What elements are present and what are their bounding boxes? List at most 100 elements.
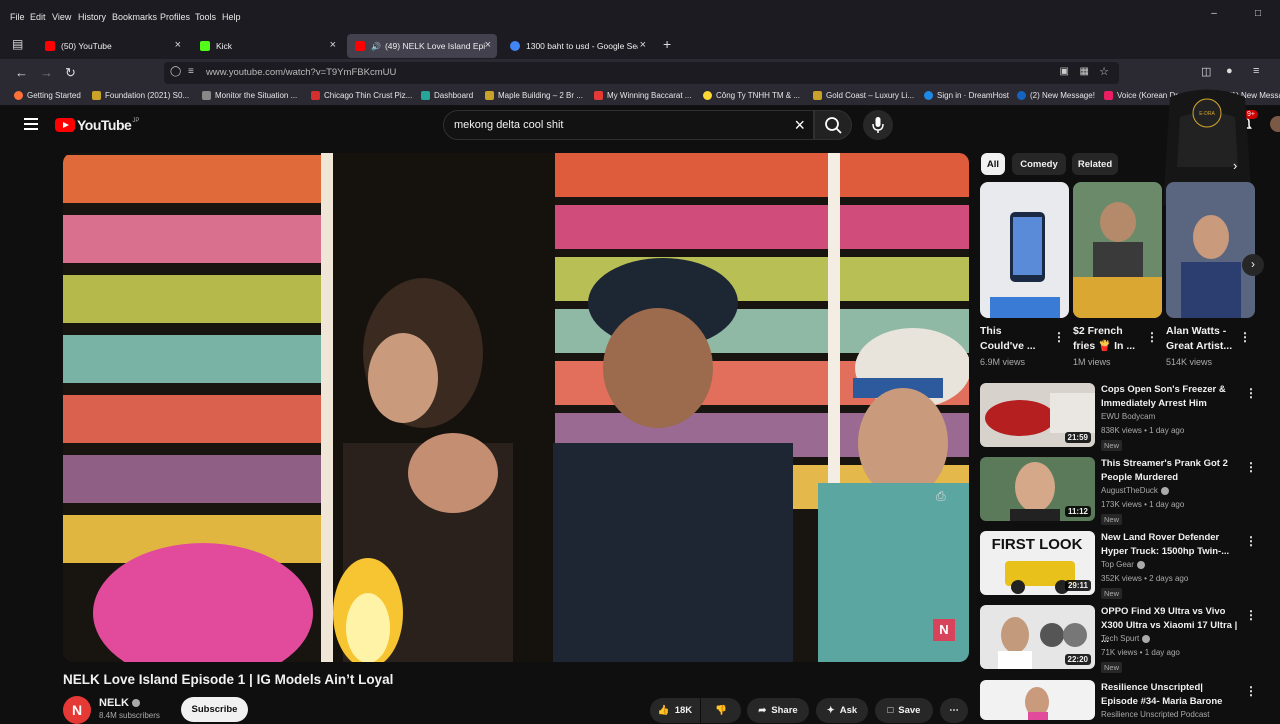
close-icon[interactable]: ×: [330, 39, 336, 51]
short-title[interactable]: $2 French fries 🍟 In ...: [1073, 324, 1137, 354]
bookmark-favicon-icon: [92, 91, 101, 100]
rec-meta: 352K views • 2 days ago: [1101, 574, 1189, 583]
more-vertical-icon[interactable]: ⋮: [1245, 460, 1257, 474]
account-icon[interactable]: ●: [1226, 65, 1233, 77]
share-button[interactable]: ➦ Share: [747, 698, 809, 723]
tab-nelk-video[interactable]: 🔊 (49) NELK Love Island Episo ×: [347, 34, 497, 58]
new-tab-icon[interactable]: +: [663, 36, 671, 52]
back-icon[interactable]: ←: [15, 65, 28, 80]
save-button[interactable]: □ Save: [875, 698, 933, 723]
sidebar-icon[interactable]: ◫: [1201, 65, 1211, 78]
short-thumbnail[interactable]: [1166, 182, 1255, 318]
hamburger-menu-icon[interactable]: [24, 118, 38, 133]
short-title[interactable]: This Could've ...: [980, 324, 1044, 354]
video-thumbnail[interactable]: [980, 680, 1095, 720]
short-views: 1M views: [1073, 357, 1111, 367]
search-input[interactable]: mekong delta cool shit: [454, 119, 563, 131]
video-thumbnail[interactable]: 21:59: [980, 383, 1095, 447]
chip-related[interactable]: Related: [1072, 153, 1118, 175]
more-vertical-icon[interactable]: ⋮: [1053, 330, 1065, 344]
shield-icon[interactable]: ◯: [170, 66, 181, 77]
bookmark-item[interactable]: Công Ty TNHH TM & ...: [703, 91, 800, 100]
maximize-icon[interactable]: □: [1236, 8, 1280, 19]
close-icon[interactable]: ×: [485, 39, 491, 51]
pip-icon[interactable]: ▣: [1060, 66, 1069, 77]
menu-profiles[interactable]: Profiles: [160, 12, 190, 22]
bookmark-item[interactable]: Maple Building – 2 Br ...: [485, 91, 583, 100]
bookmark-item[interactable]: My Winning Baccarat ...: [594, 91, 691, 100]
more-vertical-icon[interactable]: ⋮: [1245, 608, 1257, 622]
rec-channel[interactable]: EWU Bodycam: [1101, 412, 1155, 421]
more-vertical-icon[interactable]: ⋮: [1146, 330, 1158, 344]
menu-tools[interactable]: Tools: [195, 12, 216, 22]
more-vertical-icon[interactable]: ⋮: [1245, 386, 1257, 400]
close-icon[interactable]: ×: [175, 39, 181, 51]
menu-bookmarks[interactable]: Bookmarks: [112, 12, 157, 22]
url-text[interactable]: www.youtube.com/watch?v=T9YmFBKcmUU: [206, 67, 396, 78]
clear-search-icon[interactable]: ×: [794, 115, 805, 136]
voice-search-button[interactable]: [863, 110, 893, 140]
tab-kick[interactable]: Kick ×: [192, 34, 342, 58]
short-thumbnail[interactable]: [1073, 182, 1162, 318]
shorts-next-icon[interactable]: ›: [1242, 254, 1264, 276]
video-player[interactable]: ⎙ N: [63, 153, 969, 662]
tab-youtube[interactable]: (50) YouTube ×: [37, 34, 187, 58]
rec-title[interactable]: Cops Open Son's Freezer & Immediately Ar…: [1101, 383, 1241, 411]
minimize-icon[interactable]: –: [1192, 8, 1236, 19]
short-thumbnail[interactable]: [980, 182, 1069, 318]
bookmark-item[interactable]: (2) New Message!: [1017, 91, 1095, 100]
rec-title[interactable]: Resilience Unscripted| Episode #34- Mari…: [1101, 681, 1241, 709]
rec-channel[interactable]: Resilience Unscripted Podcast: [1101, 710, 1210, 719]
search-button[interactable]: [814, 110, 852, 140]
ask-button[interactable]: ✦ Ask: [816, 698, 868, 723]
pip-overlay-icon[interactable]: ⎙: [936, 489, 946, 504]
reader-icon[interactable]: ▦: [1080, 66, 1089, 77]
site-info-icon[interactable]: ≡: [188, 66, 194, 77]
rec-title[interactable]: This Streamer's Prank Got 2 People Murde…: [1101, 457, 1241, 485]
video-thumbnail[interactable]: 22:20: [980, 605, 1095, 669]
more-vertical-icon[interactable]: ⋮: [1245, 534, 1257, 548]
channel-watermark[interactable]: N: [933, 619, 955, 641]
forward-icon[interactable]: →: [40, 65, 53, 80]
search-box[interactable]: mekong delta cool shit ×: [443, 110, 814, 140]
rec-channel[interactable]: AugustTheDuck: [1101, 486, 1169, 495]
youtube-logo[interactable]: YouTube JP: [55, 117, 139, 133]
bookmark-item[interactable]: Gold Coast – Luxury Li...: [813, 91, 914, 100]
like-button[interactable]: 👍 18K: [650, 698, 700, 723]
tab-label: 1300 baht to usd - Google Sear: [526, 41, 638, 51]
menu-history[interactable]: History: [78, 12, 106, 22]
menu-file[interactable]: File: [10, 12, 25, 22]
rec-channel[interactable]: Top Gear: [1101, 560, 1145, 569]
menu-help[interactable]: Help: [222, 12, 241, 22]
menu-view[interactable]: View: [52, 12, 71, 22]
bookmark-item[interactable]: Monitor the Situation ...: [202, 91, 297, 100]
chips-next-icon[interactable]: ›: [1233, 158, 1237, 173]
video-thumbnail[interactable]: FIRST LOOK 29:11: [980, 531, 1095, 595]
tab-google-search[interactable]: 1300 baht to usd - Google Sear ×: [502, 34, 652, 58]
bookmark-item[interactable]: Sign in · DreamHost: [924, 91, 1009, 100]
bookmark-item[interactable]: Foundation (2021) S0...: [92, 91, 189, 100]
chip-comedy[interactable]: Comedy: [1012, 153, 1066, 175]
channel-name[interactable]: NELK: [99, 697, 140, 709]
bookmark-item[interactable]: Getting Started: [14, 91, 81, 100]
more-actions-button[interactable]: ⋯: [940, 698, 968, 723]
bookmark-item[interactable]: Dashboard: [421, 91, 473, 100]
video-thumbnail[interactable]: 11:12: [980, 457, 1095, 521]
menu-edit[interactable]: Edit: [30, 12, 46, 22]
subscribe-button[interactable]: Subscribe: [181, 697, 248, 722]
menu-icon[interactable]: ≡: [1253, 65, 1259, 77]
star-icon[interactable]: ☆: [1099, 65, 1109, 78]
speaker-icon[interactable]: 🔊: [371, 42, 381, 51]
dislike-button[interactable]: 👎: [701, 698, 741, 723]
reload-icon[interactable]: ↻: [65, 65, 76, 81]
rec-title[interactable]: New Land Rover Defender Hyper Truck: 150…: [1101, 531, 1241, 559]
tab-list-icon[interactable]: ▤: [12, 37, 23, 51]
address-bar[interactable]: ◯ ≡ www.youtube.com/watch?v=T9YmFBKcmUU …: [164, 62, 1119, 84]
rec-channel[interactable]: Tech Spurt: [1101, 634, 1151, 643]
more-vertical-icon[interactable]: ⋮: [1239, 330, 1251, 344]
chip-all[interactable]: All: [981, 153, 1005, 175]
more-vertical-icon[interactable]: ⋮: [1245, 684, 1257, 698]
close-icon[interactable]: ×: [640, 39, 646, 51]
short-title[interactable]: Alan Watts - Great Artist...: [1166, 324, 1236, 354]
bookmark-item[interactable]: Chicago Thin Crust Piz...: [311, 91, 412, 100]
